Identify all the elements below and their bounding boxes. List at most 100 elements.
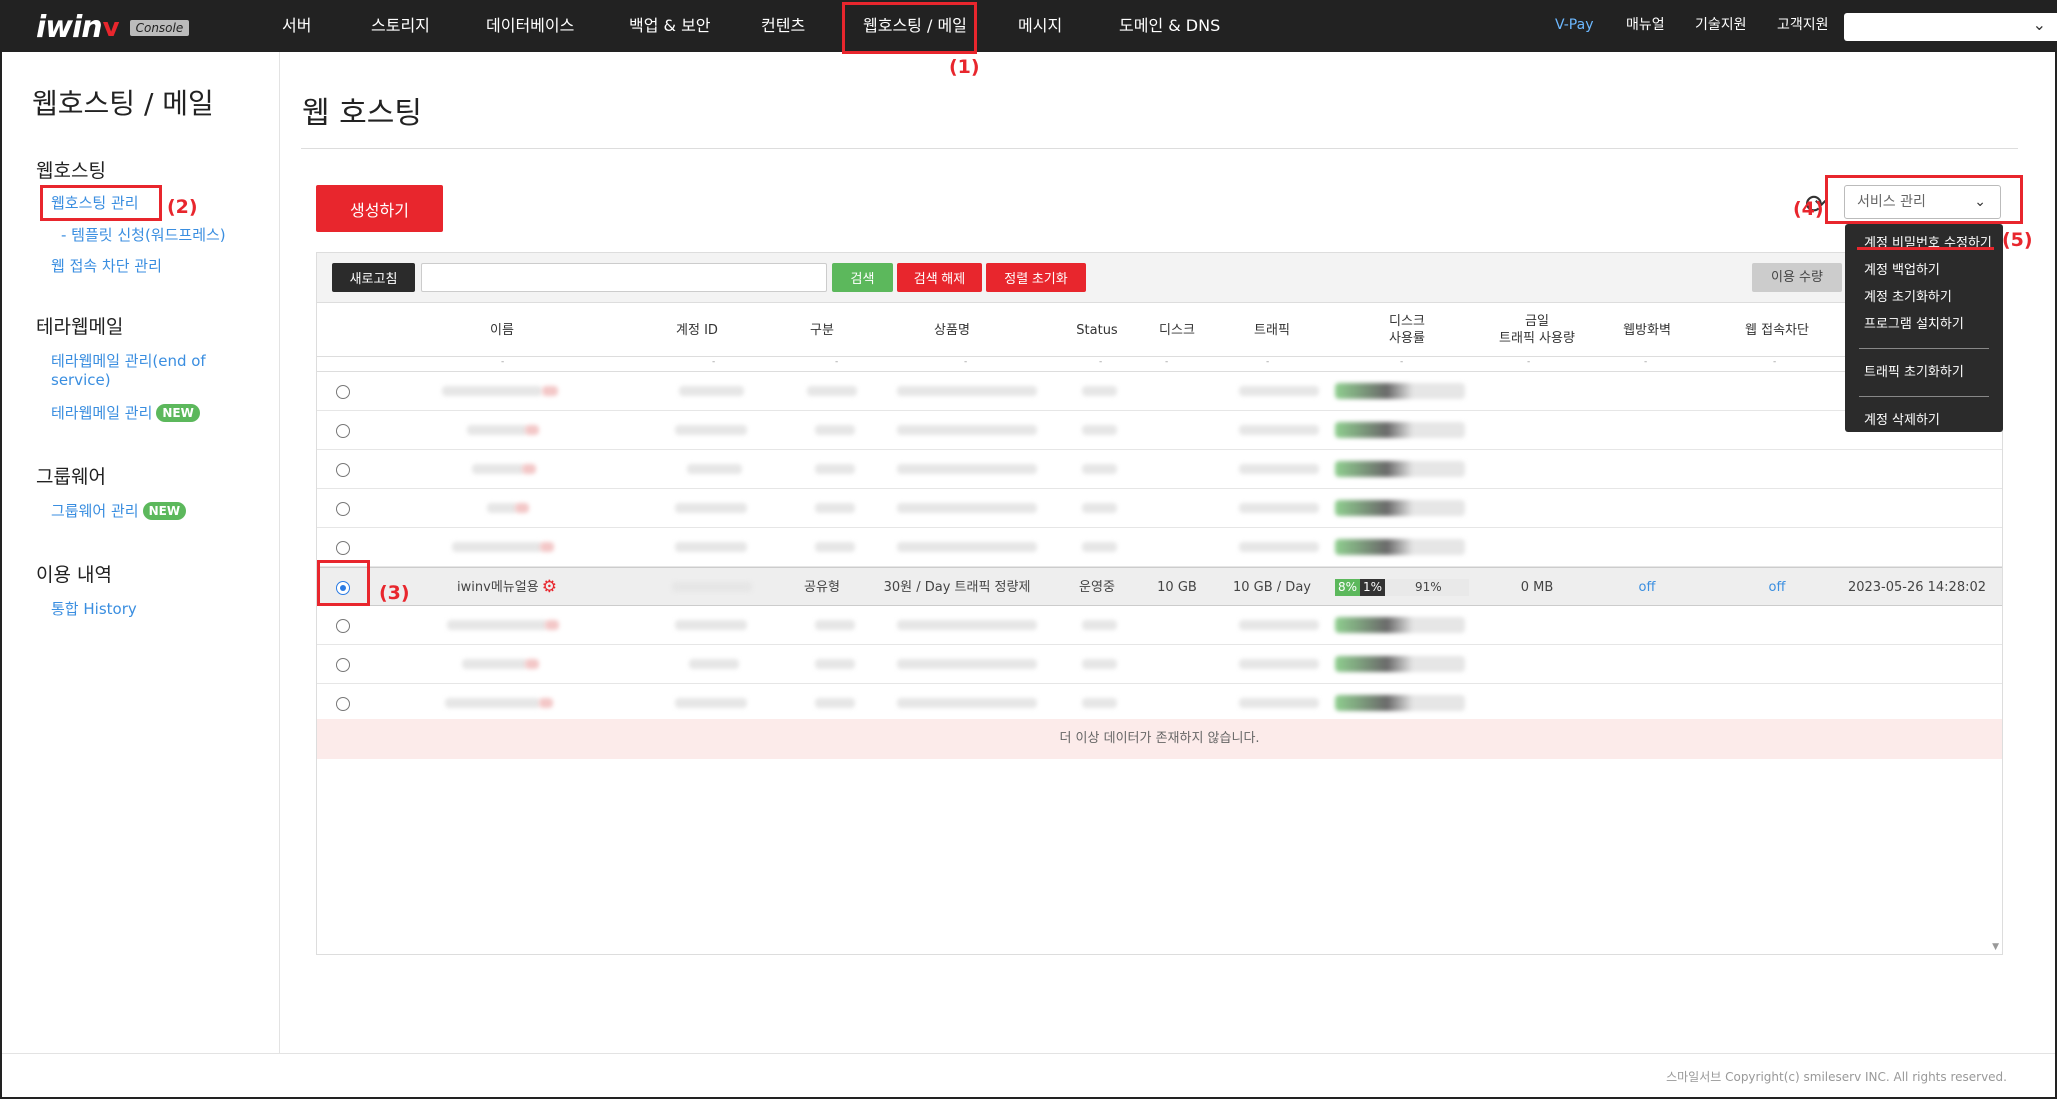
col-disk[interactable]: 디스크	[1142, 303, 1212, 357]
nav-customer-support[interactable]: 고객지원	[1777, 2, 1829, 52]
table-row[interactable]	[317, 450, 2002, 489]
sidebar-item-groupware-label: 그룹웨어 관리	[51, 502, 139, 520]
annotation-3: (3)	[379, 582, 410, 604]
nav-tech-support[interactable]: 기술지원	[1695, 2, 1747, 52]
col-account-id[interactable]: 계정 ID	[647, 303, 747, 357]
table-row[interactable]	[317, 528, 2002, 567]
service-manage-dropdown: 계정 비밀번호 수정하기 계정 백업하기 계정 초기화하기 프로그램 설치하기 …	[1845, 224, 2003, 432]
sidebar-item-history[interactable]: 통합 History	[51, 598, 137, 619]
filter-dash: -	[1165, 357, 1169, 367]
blurred-cell	[467, 425, 527, 435]
nav-item-domain-dns[interactable]: 도메인 & DNS	[1119, 2, 1220, 52]
blurred-cell	[1082, 620, 1117, 630]
annotation-1: (1)	[949, 56, 980, 78]
new-badge: NEW	[156, 404, 200, 422]
sidebar-section-groupware: 그룹웨어	[36, 466, 106, 488]
col-status[interactable]: Status	[1057, 303, 1137, 357]
blurred-cell	[1335, 422, 1465, 438]
table-row[interactable]	[317, 489, 2002, 528]
account-select[interactable]: ⌄	[1844, 13, 2057, 41]
create-button[interactable]: 생성하기	[316, 185, 443, 232]
menu-divider	[1859, 396, 1989, 397]
row-radio[interactable]	[336, 502, 350, 516]
hosting-table-panel: 새로고침 검색 검색 해제 정렬 초기화 이용 수량 이름 계정 ID 구분 상…	[316, 252, 2003, 955]
refresh-button[interactable]: 새로고침	[332, 263, 415, 292]
blurred-cell	[472, 464, 524, 474]
col-product[interactable]: 상품명	[877, 303, 1027, 357]
table-row[interactable]	[317, 372, 2002, 411]
row-radio[interactable]	[336, 541, 350, 555]
blurred-cell	[675, 542, 747, 552]
nav-item-contents[interactable]: 컨텐츠	[761, 2, 805, 52]
search-button[interactable]: 검색	[832, 263, 893, 292]
blurred-cell	[675, 425, 747, 435]
col-type[interactable]: 구분	[787, 303, 857, 357]
table-row-selected[interactable]: iwinv메뉴얼용 ⚙ 공유형 30원 / Day 트래픽 정량제 운영중 10 …	[317, 567, 2002, 606]
row-waf-toggle[interactable]: off	[1607, 568, 1687, 607]
filter-dash: -	[1644, 357, 1648, 367]
nav-item-message[interactable]: 메시지	[1018, 2, 1062, 52]
col-web-block[interactable]: 웹 접속차단	[1722, 303, 1832, 357]
row-type: 공유형	[804, 580, 840, 595]
menu-item-change-password[interactable]: 계정 비밀번호 수정하기	[1845, 230, 2003, 257]
usage-count-button[interactable]: 이용 수량	[1752, 263, 1842, 292]
nav-item-backup-security[interactable]: 백업 & 보안	[629, 2, 711, 52]
blurred-cell	[1335, 539, 1465, 555]
menu-item-reset-account[interactable]: 계정 초기화하기	[1845, 284, 2003, 311]
filter-row: - - - - - - - - - - -	[317, 357, 2002, 372]
annotation-5: (5)	[2002, 229, 2033, 251]
nav-manual[interactable]: 매뉴얼	[1626, 2, 1665, 52]
table-row[interactable]	[317, 606, 2002, 645]
highlight-underline	[1857, 247, 1994, 250]
row-web-block-toggle[interactable]: off	[1722, 568, 1832, 607]
search-clear-button[interactable]: 검색 해제	[897, 263, 982, 292]
blurred-cell	[815, 464, 855, 474]
col-waf[interactable]: 웹방화벽	[1607, 303, 1687, 357]
table-row[interactable]	[317, 684, 2002, 723]
sidebar-item-terawebmail-manage[interactable]: 테라웹메일 관리 NEW	[51, 402, 200, 423]
blurred-cell	[897, 659, 1037, 669]
search-input[interactable]	[421, 263, 827, 292]
row-name[interactable]: iwinv메뉴얼용 ⚙	[442, 568, 572, 607]
menu-item-install-program[interactable]: 프로그램 설치하기	[1845, 311, 2003, 338]
table-row[interactable]	[317, 645, 2002, 684]
scroll-down-icon[interactable]: ▼	[1992, 942, 1999, 952]
no-more-data-message: 더 이상 데이터가 존재하지 않습니다.	[317, 719, 2002, 759]
sort-reset-button[interactable]: 정렬 초기화	[986, 263, 1086, 292]
nav-item-database[interactable]: 데이터베이스	[486, 2, 574, 52]
disk-usage-segment-2: 1%	[1360, 579, 1385, 596]
col-disk-usage[interactable]: 디스크 사용률	[1347, 303, 1467, 357]
logo[interactable]: iwin v Console	[36, 10, 190, 45]
table-row[interactable]	[317, 411, 2002, 450]
sidebar-item-web-block-manage[interactable]: 웹 접속 차단 관리	[51, 255, 162, 276]
filter-dash: -	[1266, 357, 1270, 367]
col-traffic[interactable]: 트래픽	[1217, 303, 1327, 357]
blurred-cell	[815, 659, 855, 669]
menu-item-delete-account[interactable]: 계정 삭제하기	[1845, 407, 2003, 434]
nav-item-storage[interactable]: 스토리지	[371, 2, 430, 52]
gear-icon[interactable]: ⚙	[542, 577, 557, 597]
filter-dash: -	[1527, 357, 1531, 367]
sidebar-item-groupware-manage[interactable]: 그룹웨어 관리 NEW	[51, 500, 187, 521]
title-divider	[301, 148, 2018, 149]
col-today-traffic[interactable]: 금일 트래픽 사용량	[1482, 303, 1592, 357]
menu-divider	[1859, 348, 1989, 349]
col-name[interactable]: 이름	[437, 303, 567, 357]
row-radio[interactable]	[336, 463, 350, 477]
blurred-cell	[1335, 383, 1465, 399]
row-radio[interactable]	[336, 424, 350, 438]
top-navigation-bar: iwin v Console 서버 스토리지 데이터베이스 백업 & 보안 컨텐…	[2, 2, 2057, 52]
row-radio[interactable]	[336, 697, 350, 711]
row-radio[interactable]	[336, 385, 350, 399]
sidebar-item-terawebmail-eos[interactable]: 테라웹메일 관리(end of service)	[51, 350, 206, 389]
row-radio[interactable]	[336, 619, 350, 633]
row-radio[interactable]	[336, 658, 350, 672]
nav-item-server[interactable]: 서버	[282, 2, 311, 52]
blurred-cell	[815, 542, 855, 552]
highlight-box-2	[40, 185, 162, 221]
nav-vpay[interactable]: V-Pay	[1555, 2, 1594, 52]
sidebar-item-template-request[interactable]: - 템플릿 신청(워드프레스)	[61, 224, 226, 245]
menu-item-reset-traffic[interactable]: 트래픽 초기화하기	[1845, 359, 2003, 386]
disk-usage-free: 91%	[1415, 580, 1442, 594]
menu-item-backup-account[interactable]: 계정 백업하기	[1845, 257, 2003, 284]
